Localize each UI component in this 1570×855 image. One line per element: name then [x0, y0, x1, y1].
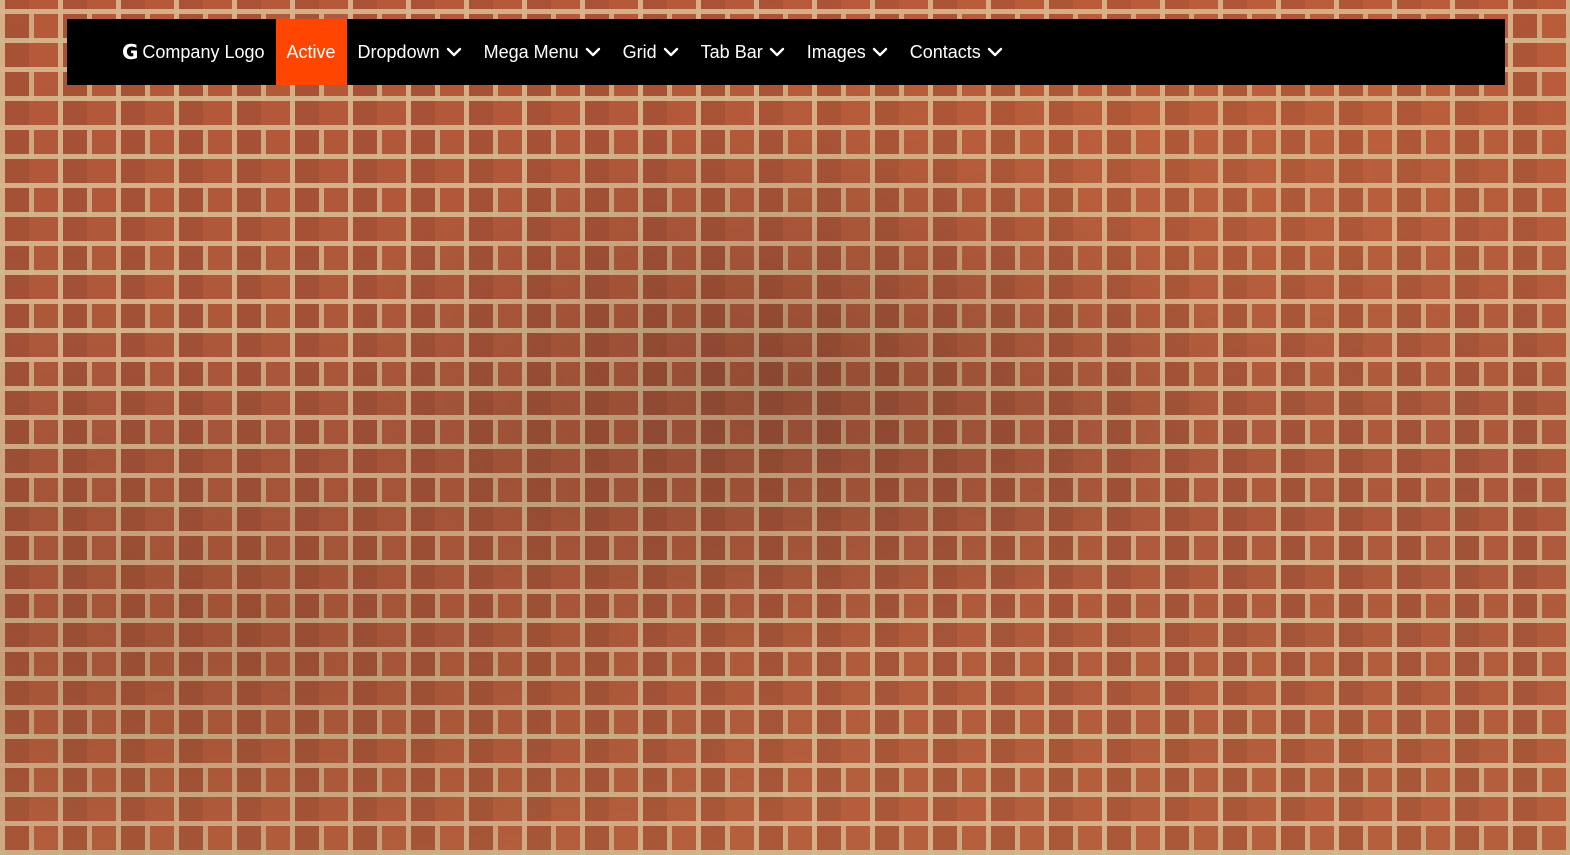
brick-wall-shading — [0, 0, 1570, 855]
brand-link[interactable]: G Company Logo — [122, 19, 276, 85]
nav-item-label: Contacts — [909, 41, 981, 62]
nav-item-grid[interactable]: Grid — [612, 19, 690, 85]
nav-item-label: Mega Menu — [483, 41, 579, 62]
nav-item-label: Tab Bar — [700, 41, 763, 62]
nav-item-images[interactable]: Images — [796, 19, 899, 85]
nav-item-active[interactable]: Active — [275, 19, 347, 85]
chevron-down-icon — [585, 44, 601, 60]
navbar-items: G Company Logo Active Dropdown Mega Menu… — [67, 19, 1014, 85]
chevron-down-icon — [446, 44, 462, 60]
google-g-icon: G — [122, 40, 139, 64]
chevron-down-icon — [987, 44, 1003, 60]
chevron-down-icon — [663, 44, 679, 60]
nav-item-label: Dropdown — [357, 41, 440, 62]
nav-item-mega-menu[interactable]: Mega Menu — [473, 19, 612, 85]
top-navbar: G Company Logo Active Dropdown Mega Menu… — [67, 19, 1505, 85]
brand-label: Company Logo — [142, 41, 265, 62]
nav-item-label: Active — [286, 41, 336, 62]
nav-item-label: Grid — [622, 41, 657, 62]
nav-item-tab-bar[interactable]: Tab Bar — [690, 19, 796, 85]
nav-item-contacts[interactable]: Contacts — [899, 19, 1014, 85]
chevron-down-icon — [872, 44, 888, 60]
chevron-down-icon — [769, 44, 785, 60]
nav-item-dropdown[interactable]: Dropdown — [347, 19, 473, 85]
nav-item-label: Images — [806, 41, 866, 62]
